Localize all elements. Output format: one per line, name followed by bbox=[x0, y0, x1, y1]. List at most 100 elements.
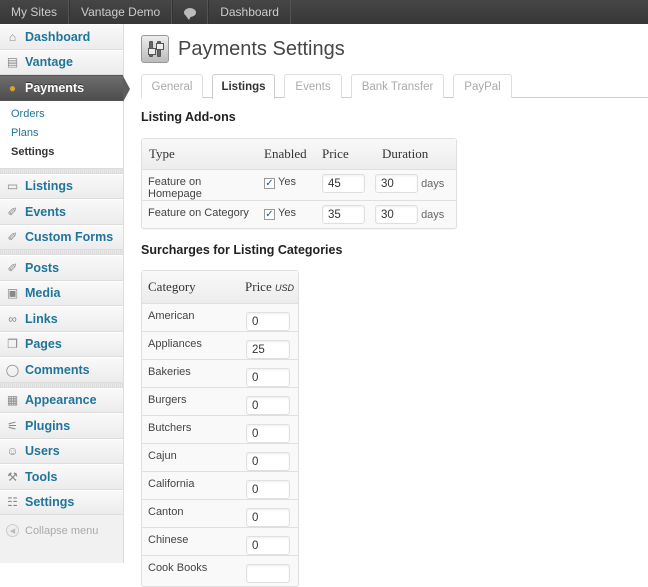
category-name: Bakeries bbox=[142, 358, 228, 387]
tab-bank-transfer[interactable]: Bank Transfer bbox=[351, 74, 444, 98]
sidebar-item-payments[interactable]: ● Payments bbox=[0, 75, 130, 102]
category-price-input[interactable]: 0 bbox=[246, 479, 290, 499]
submenu-orders[interactable]: Orders bbox=[11, 105, 123, 124]
duration-input[interactable]: 30 bbox=[375, 173, 418, 193]
sidebar-item-media[interactable]: ▣ Media bbox=[0, 280, 123, 306]
sidebar-item-custom-forms[interactable]: ✐ Custom Forms bbox=[0, 224, 123, 250]
column-header-category: Category bbox=[142, 271, 228, 303]
duration-unit: days bbox=[421, 177, 445, 190]
category-price-input[interactable]: 0 bbox=[246, 311, 290, 331]
adminbar-site-name[interactable]: Vantage Demo bbox=[69, 0, 173, 24]
submenu-settings[interactable]: Settings bbox=[11, 143, 123, 162]
price-input[interactable]: 45 bbox=[322, 173, 365, 193]
category-price-input[interactable]: 25 bbox=[246, 339, 290, 359]
sidebar-item-label: Pages bbox=[25, 337, 62, 352]
adminbar-dashboard[interactable]: Dashboard bbox=[208, 0, 291, 24]
links-icon: ∞ bbox=[8, 311, 17, 326]
sidebar-item-appearance[interactable]: ▦ Appearance bbox=[0, 387, 123, 413]
sidebar-item-users[interactable]: ☺ Users bbox=[0, 438, 123, 464]
appearance-icon: ▦ bbox=[6, 393, 19, 408]
sidebar-item-label: Events bbox=[25, 204, 66, 219]
sidebar-item-pages[interactable]: ❐ Pages bbox=[0, 331, 123, 357]
pin-icon: ✐ bbox=[7, 230, 18, 245]
enabled-label: Yes bbox=[278, 206, 296, 219]
pin-icon: ✐ bbox=[7, 204, 18, 219]
category-name: American bbox=[142, 302, 228, 331]
duration-input[interactable]: 30 bbox=[375, 204, 418, 224]
table-row: Burgers 0 bbox=[142, 386, 298, 415]
category-price-input[interactable]: 0 bbox=[246, 535, 290, 555]
enabled-checkbox[interactable]: ✓ bbox=[264, 178, 275, 189]
sidebar-item-label: Payments bbox=[25, 80, 85, 95]
sidebar-item-label: Links bbox=[25, 311, 58, 326]
listing-addons-table: Type Enabled Price Duration Feature on H… bbox=[141, 138, 457, 229]
sidebar-item-vantage[interactable]: ▤ Vantage bbox=[0, 49, 123, 75]
comments-icon: ◯ bbox=[5, 362, 20, 377]
duration-unit: days bbox=[421, 208, 445, 221]
sidebar-item-label: Dashboard bbox=[25, 29, 91, 44]
adminbar-my-sites[interactable]: My Sites bbox=[0, 0, 70, 24]
enabled-checkbox[interactable]: ✓ bbox=[264, 209, 275, 220]
price-input[interactable]: 35 bbox=[322, 204, 365, 224]
tools-icon: ⚒ bbox=[7, 469, 18, 484]
sidebar-item-label: Settings bbox=[25, 495, 75, 510]
sidebar-item-label: Media bbox=[25, 286, 61, 301]
category-price-input[interactable]: 0 bbox=[246, 451, 290, 471]
pin-icon: ✐ bbox=[7, 260, 18, 275]
sidebar-item-label: Plugins bbox=[25, 418, 71, 433]
category-price-input[interactable]: 0 bbox=[246, 367, 290, 387]
settings-tabs: General Listings Events Bank Transfer Pa… bbox=[141, 74, 648, 99]
collapse-menu-button[interactable]: ◀ Collapse menu bbox=[0, 515, 123, 546]
comment-bubble-icon bbox=[184, 7, 197, 20]
tab-listings[interactable]: Listings bbox=[212, 74, 275, 99]
category-name: Cajun bbox=[142, 442, 228, 471]
payments-submenu: Orders Plans Settings bbox=[0, 100, 123, 169]
sidebar-item-events[interactable]: ✐ Events bbox=[0, 199, 123, 225]
table-row: Chinese 0 bbox=[142, 526, 298, 555]
listings-icon: ▭ bbox=[6, 179, 19, 194]
category-price-input[interactable]: 0 bbox=[246, 507, 290, 527]
category-name: California bbox=[142, 470, 228, 499]
users-icon: ☺ bbox=[6, 444, 19, 459]
tab-events[interactable]: Events bbox=[284, 74, 342, 98]
sidebar-item-plugins[interactable]: ⚟ Plugins bbox=[0, 413, 123, 439]
sidebar-item-dashboard[interactable]: ⌂ Dashboard bbox=[0, 24, 123, 50]
table-row: Bakeries 0 bbox=[142, 358, 298, 387]
sidebar-item-tools[interactable]: ⚒ Tools bbox=[0, 464, 123, 490]
table-row: Canton 0 bbox=[142, 498, 298, 527]
category-name: Canton bbox=[142, 498, 228, 527]
table-row: California 0 bbox=[142, 470, 298, 499]
column-header-duration: Duration bbox=[375, 139, 456, 169]
addon-enabled-cell: ✓ Yes bbox=[260, 168, 318, 200]
surcharges-table: Category Price USD American 0 Appliances 25… bbox=[141, 270, 299, 587]
column-header-price: Price USD bbox=[227, 271, 298, 303]
main-content: Payments Settings General Listings Event… bbox=[141, 24, 648, 587]
sidebar-item-label: Posts bbox=[25, 260, 60, 275]
addon-enabled-cell: ✓ Yes bbox=[260, 199, 318, 228]
plugins-icon: ⚟ bbox=[7, 418, 18, 433]
tab-general[interactable]: General bbox=[141, 74, 203, 98]
payments-icon: ● bbox=[8, 80, 17, 95]
category-name: Appliances bbox=[142, 330, 228, 359]
adminbar-comments[interactable] bbox=[172, 0, 209, 24]
sidebar-item-links[interactable]: ∞ Links bbox=[0, 306, 123, 332]
category-price-input[interactable]: 0 bbox=[246, 395, 290, 415]
submenu-plans[interactable]: Plans bbox=[11, 124, 123, 143]
category-price-input[interactable]: 0 bbox=[246, 423, 290, 443]
surcharges-heading: Surcharges for Listing Categories bbox=[141, 243, 343, 257]
sidebar-item-comments[interactable]: ◯ Comments bbox=[0, 357, 123, 383]
listing-addons-heading: Listing Add-ons bbox=[141, 110, 236, 124]
tab-paypal[interactable]: PayPal bbox=[453, 74, 512, 98]
sidebar-item-listings[interactable]: ▭ Listings bbox=[0, 173, 123, 199]
sidebar-item-posts[interactable]: ✐ Posts bbox=[0, 255, 123, 281]
collapse-arrow-icon: ◀ bbox=[6, 524, 19, 537]
currency-label: USD bbox=[274, 282, 294, 293]
enabled-label: Yes bbox=[278, 175, 296, 188]
settings-sliders-icon bbox=[141, 35, 169, 63]
sidebar-item-settings[interactable]: ☷ Settings bbox=[0, 489, 123, 515]
column-header-enabled: Enabled bbox=[260, 139, 318, 169]
column-header-price: Price bbox=[318, 139, 375, 169]
page-title: Payments Settings bbox=[178, 37, 345, 60]
table-row: Cajun 0 bbox=[142, 442, 298, 471]
category-price-input[interactable] bbox=[246, 563, 290, 583]
